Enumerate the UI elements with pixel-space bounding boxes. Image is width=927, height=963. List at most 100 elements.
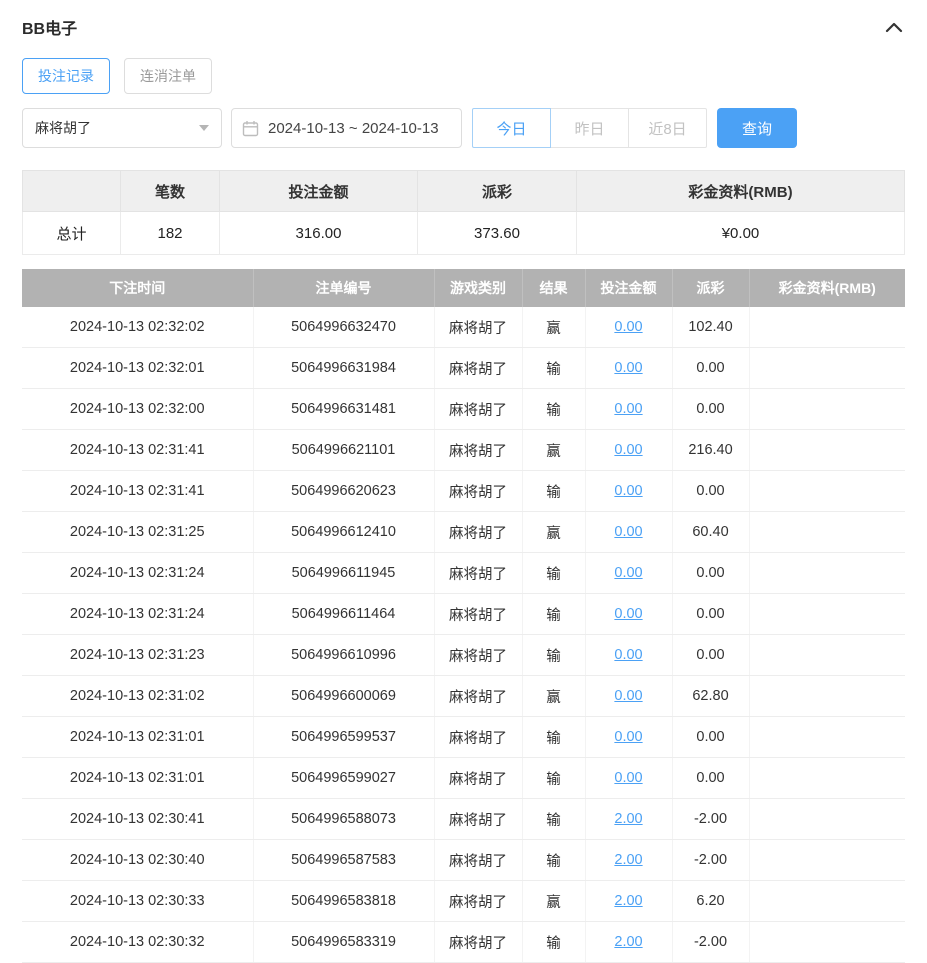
bet-amount-link[interactable]: 0.00 [614,729,642,745]
summary-header-bonus: 彩金资料(RMB) [576,170,905,212]
table-row: 2024-10-13 02:30:33 5064996583818 麻将胡了 赢… [22,880,905,922]
bonus [749,757,905,799]
quick-date-buttons: 今日 昨日 近8日 [472,108,707,148]
total-bonus: ¥0.00 [576,211,905,255]
payout: -2.00 [672,839,750,881]
game-type: 麻将胡了 [434,798,523,840]
result: 赢 [522,429,586,471]
bet-amount-link[interactable]: 0.00 [614,606,642,622]
order-id: 5064996599027 [253,757,435,799]
result: 输 [522,716,586,758]
bet-amount-link[interactable]: 2.00 [614,852,642,868]
order-id: 5064996632470 [253,307,435,348]
bet-amount-cell: 0.00 [585,470,673,512]
bet-amount-cell: 2.00 [585,921,673,963]
summary-table: 笔数 投注金额 派彩 彩金资料(RMB) 总计 182 316.00 373.6… [22,170,905,255]
bet-amount-link[interactable]: 0.00 [614,483,642,499]
column-header-order-id: 注单编号 [253,269,435,307]
bet-amount-link[interactable]: 0.00 [614,401,642,417]
bet-amount-link[interactable]: 2.00 [614,811,642,827]
bet-amount-link[interactable]: 0.00 [614,770,642,786]
result: 赢 [522,675,586,717]
bet-amount-link[interactable]: 2.00 [614,934,642,950]
bet-amount-link[interactable]: 2.00 [614,893,642,909]
payout: 0.00 [672,388,750,430]
game-type: 麻将胡了 [434,675,523,717]
game-type: 麻将胡了 [434,716,523,758]
bet-amount-link[interactable]: 0.00 [614,319,642,335]
game-type: 麻将胡了 [434,757,523,799]
bet-amount-cell: 0.00 [585,675,673,717]
bonus [749,470,905,512]
table-row: 2024-10-13 02:31:24 5064996611945 麻将胡了 输… [22,552,905,594]
tab-canceled-orders[interactable]: 连消注单 [124,58,212,94]
game-type: 麻将胡了 [434,388,523,430]
summary-header-bet-amount: 投注金额 [219,170,418,212]
table-row: 2024-10-13 02:32:01 5064996631984 麻将胡了 输… [22,347,905,389]
bonus [749,307,905,348]
bet-time: 2024-10-13 02:30:41 [22,798,254,840]
bonus [749,839,905,881]
collapse-button[interactable] [883,19,905,35]
game-type-select[interactable]: 麻将胡了 [22,108,222,148]
bet-amount-link[interactable]: 0.00 [614,524,642,540]
bet-amount-link[interactable]: 0.00 [614,565,642,581]
game-type: 麻将胡了 [434,839,523,881]
bet-amount-cell: 0.00 [585,307,673,348]
bonus [749,593,905,635]
order-id: 5064996610996 [253,634,435,676]
bet-time: 2024-10-13 02:31:41 [22,470,254,512]
date-range-value: 2024-10-13 ~ 2024-10-13 [268,119,439,137]
last-8-days-button[interactable]: 近8日 [628,108,707,148]
bonus [749,716,905,758]
result: 输 [522,798,586,840]
game-type: 麻将胡了 [434,470,523,512]
total-label: 总计 [22,211,121,255]
game-type: 麻将胡了 [434,347,523,389]
bet-time: 2024-10-13 02:32:02 [22,307,254,348]
today-button[interactable]: 今日 [472,108,551,148]
bet-time: 2024-10-13 02:31:02 [22,675,254,717]
bet-time: 2024-10-13 02:30:33 [22,880,254,922]
summary-header-payout: 派彩 [417,170,577,212]
table-row: 2024-10-13 02:30:40 5064996587583 麻将胡了 输… [22,839,905,881]
order-id: 5064996620623 [253,470,435,512]
table-row: 2024-10-13 02:31:01 5064996599537 麻将胡了 输… [22,716,905,758]
bet-amount-cell: 2.00 [585,839,673,881]
tab-betting-records[interactable]: 投注记录 [22,58,110,94]
bonus [749,388,905,430]
table-row: 2024-10-13 02:32:00 5064996631481 麻将胡了 输… [22,388,905,430]
bet-amount-cell: 0.00 [585,757,673,799]
bet-time: 2024-10-13 02:31:25 [22,511,254,553]
payout: 0.00 [672,470,750,512]
records-header-row: 下注时间 注单编号 游戏类别 结果 投注金额 派彩 彩金资料(RMB) [22,269,905,307]
game-type: 麻将胡了 [434,511,523,553]
bet-amount-link[interactable]: 0.00 [614,688,642,704]
bonus [749,675,905,717]
result: 赢 [522,880,586,922]
total-count: 182 [120,211,220,255]
tab-bar: 投注记录 连消注单 [22,58,905,94]
order-id: 5064996611464 [253,593,435,635]
bet-amount-link[interactable]: 0.00 [614,647,642,663]
column-header-bet-amount: 投注金额 [585,269,673,307]
order-id: 5064996583818 [253,880,435,922]
date-range-input[interactable]: 2024-10-13 ~ 2024-10-13 [231,108,462,148]
yesterday-button[interactable]: 昨日 [550,108,629,148]
bet-amount-link[interactable]: 0.00 [614,442,642,458]
bet-records-panel: BB电子 投注记录 连消注单 麻将胡了 2024-10-13 ~ 2024-10… [0,0,927,963]
bonus [749,798,905,840]
search-button[interactable]: 查询 [717,108,797,148]
bet-amount-link[interactable]: 0.00 [614,360,642,376]
result: 输 [522,470,586,512]
bet-time: 2024-10-13 02:31:41 [22,429,254,471]
order-id: 5064996612410 [253,511,435,553]
records-table: 下注时间 注单编号 游戏类别 结果 投注金额 派彩 彩金资料(RMB) 2024… [22,269,905,963]
order-id: 5064996588073 [253,798,435,840]
bet-amount-cell: 0.00 [585,634,673,676]
bet-time: 2024-10-13 02:30:32 [22,921,254,963]
game-type: 麻将胡了 [434,429,523,471]
records-body: 2024-10-13 02:32:02 5064996632470 麻将胡了 赢… [22,307,905,963]
result: 输 [522,757,586,799]
payout: 102.40 [672,307,750,348]
